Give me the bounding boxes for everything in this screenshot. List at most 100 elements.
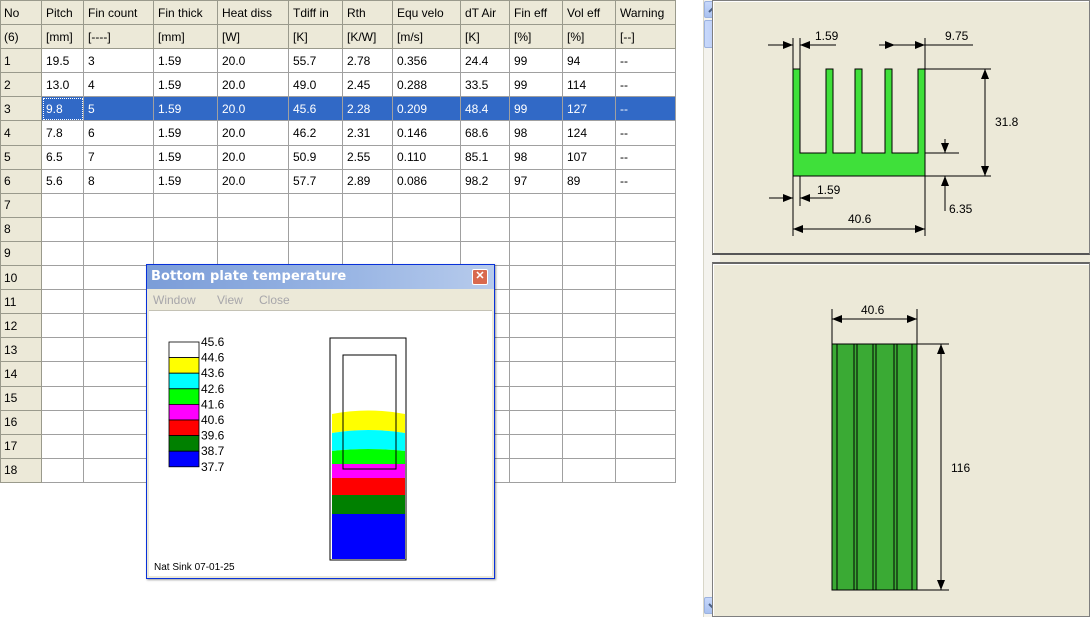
table-row[interactable]: 1 19.5 3 1.59 20.0 55.7 2.78 0.356 24.4 99 94 -- — [0, 48, 676, 74]
table-cell[interactable] — [83, 337, 154, 363]
table-cell[interactable]: 127 — [562, 96, 616, 122]
row-number-cell[interactable]: 18 — [0, 457, 42, 483]
table-cell[interactable] — [509, 361, 563, 387]
table-cell[interactable]: 7.8 — [41, 120, 84, 146]
table-row[interactable]: 4 7.8 6 1.59 20.0 46.2 2.31 0.146 68.6 98 124 -- — [0, 120, 676, 146]
table-cell[interactable] — [562, 313, 616, 339]
table-cell[interactable] — [83, 457, 154, 483]
table-cell[interactable]: 49.0 — [288, 72, 343, 98]
table-cell[interactable]: 1.59 — [153, 72, 218, 98]
table-cell[interactable]: 99 — [509, 96, 563, 122]
table-cell[interactable] — [562, 361, 616, 387]
table-cell[interactable] — [562, 409, 616, 435]
table-cell[interactable]: 99 — [509, 72, 563, 98]
table-cell[interactable] — [615, 192, 676, 218]
table-cell[interactable] — [509, 433, 563, 459]
table-cell[interactable]: 2.89 — [342, 168, 393, 194]
row-number-cell[interactable]: 9 — [0, 240, 42, 267]
table-cell[interactable] — [562, 192, 616, 218]
table-cell[interactable] — [615, 313, 676, 339]
table-cell[interactable] — [83, 265, 154, 291]
table-cell[interactable] — [217, 192, 289, 218]
table-cell[interactable] — [41, 409, 84, 435]
table-cell[interactable] — [562, 457, 616, 483]
table-cell[interactable] — [615, 289, 676, 315]
table-cell[interactable] — [392, 192, 461, 218]
table-cell[interactable] — [83, 433, 154, 459]
table-cell[interactable] — [288, 216, 343, 242]
table-cell[interactable]: -- — [615, 72, 676, 98]
table-cell[interactable]: 1.59 — [153, 48, 218, 74]
table-cell[interactable] — [509, 289, 563, 315]
row-number-cell[interactable]: 15 — [0, 385, 42, 411]
row-number-cell[interactable]: 11 — [0, 289, 42, 315]
table-cell[interactable] — [615, 240, 676, 267]
table-row[interactable]: 3 9.8 5 1.59 20.0 45.6 2.28 0.209 48.4 99 127 -- — [0, 96, 676, 122]
table-cell[interactable] — [509, 192, 563, 218]
table-row[interactable]: 2 13.0 4 1.59 20.0 49.0 2.45 0.288 33.5 99 114 -- — [0, 72, 676, 98]
table-cell[interactable] — [41, 433, 84, 459]
close-icon[interactable]: ✕ — [472, 269, 488, 285]
table-cell[interactable]: 24.4 — [460, 48, 510, 74]
table-cell[interactable] — [509, 240, 563, 267]
table-cell[interactable]: 19.5 — [41, 48, 84, 74]
table-cell[interactable]: 0.356 — [392, 48, 461, 74]
table-cell[interactable]: 0.110 — [392, 144, 461, 170]
menu-view[interactable]: View — [217, 293, 243, 307]
table-cell[interactable] — [41, 457, 84, 483]
table-cell[interactable] — [83, 409, 154, 435]
table-cell[interactable] — [562, 216, 616, 242]
table-row[interactable]: 6 5.6 8 1.59 20.0 57.7 2.89 0.086 98.2 97 89 -- — [0, 168, 676, 194]
table-cell[interactable]: 98 — [509, 144, 563, 170]
table-cell[interactable]: 50.9 — [288, 144, 343, 170]
row-number-cell[interactable]: 5 — [0, 144, 42, 170]
row-number-cell[interactable]: 4 — [0, 120, 42, 146]
table-cell[interactable] — [460, 216, 510, 242]
table-cell[interactable] — [41, 313, 84, 339]
table-cell[interactable]: 20.0 — [217, 144, 289, 170]
table-cell[interactable] — [460, 240, 510, 267]
table-cell[interactable]: -- — [615, 144, 676, 170]
table-cell[interactable] — [615, 409, 676, 435]
menu-window[interactable]: Window — [153, 293, 196, 307]
table-cell[interactable] — [562, 385, 616, 411]
table-cell[interactable] — [615, 457, 676, 483]
table-cell[interactable]: 45.6 — [288, 96, 343, 122]
table-cell[interactable] — [460, 192, 510, 218]
table-cell[interactable] — [342, 192, 393, 218]
table-cell[interactable]: 0.288 — [392, 72, 461, 98]
table-cell[interactable]: 4 — [83, 72, 154, 98]
table-cell[interactable] — [83, 385, 154, 411]
table-cell[interactable]: 20.0 — [217, 96, 289, 122]
table-cell[interactable] — [562, 337, 616, 363]
table-cell[interactable] — [217, 240, 289, 267]
table-cell[interactable] — [342, 240, 393, 267]
table-cell[interactable] — [509, 313, 563, 339]
row-number-cell[interactable]: 17 — [0, 433, 42, 459]
table-cell[interactable]: 85.1 — [460, 144, 510, 170]
table-cell[interactable]: 20.0 — [217, 48, 289, 74]
table-cell[interactable] — [83, 216, 154, 242]
table-cell[interactable] — [562, 433, 616, 459]
table-cell[interactable]: 3 — [83, 48, 154, 74]
table-cell[interactable] — [562, 289, 616, 315]
row-number-cell[interactable]: 10 — [0, 265, 42, 291]
table-cell[interactable] — [41, 337, 84, 363]
table-row[interactable]: 5 6.5 7 1.59 20.0 50.9 2.55 0.110 85.1 98 107 -- — [0, 144, 676, 170]
table-cell[interactable]: 1.59 — [153, 144, 218, 170]
menu-close[interactable]: Close — [259, 293, 290, 307]
table-cell[interactable]: -- — [615, 96, 676, 122]
table-cell[interactable]: -- — [615, 120, 676, 146]
table-cell[interactable]: 2.45 — [342, 72, 393, 98]
row-number-cell[interactable]: 6 — [0, 168, 42, 194]
table-cell[interactable]: 2.78 — [342, 48, 393, 74]
table-cell[interactable]: 0.209 — [392, 96, 461, 122]
table-cell[interactable]: 1.59 — [153, 120, 218, 146]
table-cell[interactable]: -- — [615, 48, 676, 74]
table-cell[interactable] — [509, 409, 563, 435]
table-cell[interactable]: 124 — [562, 120, 616, 146]
table-cell[interactable]: 2.28 — [342, 96, 393, 122]
table-cell[interactable] — [509, 337, 563, 363]
table-cell[interactable]: 20.0 — [217, 120, 289, 146]
table-cell[interactable] — [615, 433, 676, 459]
